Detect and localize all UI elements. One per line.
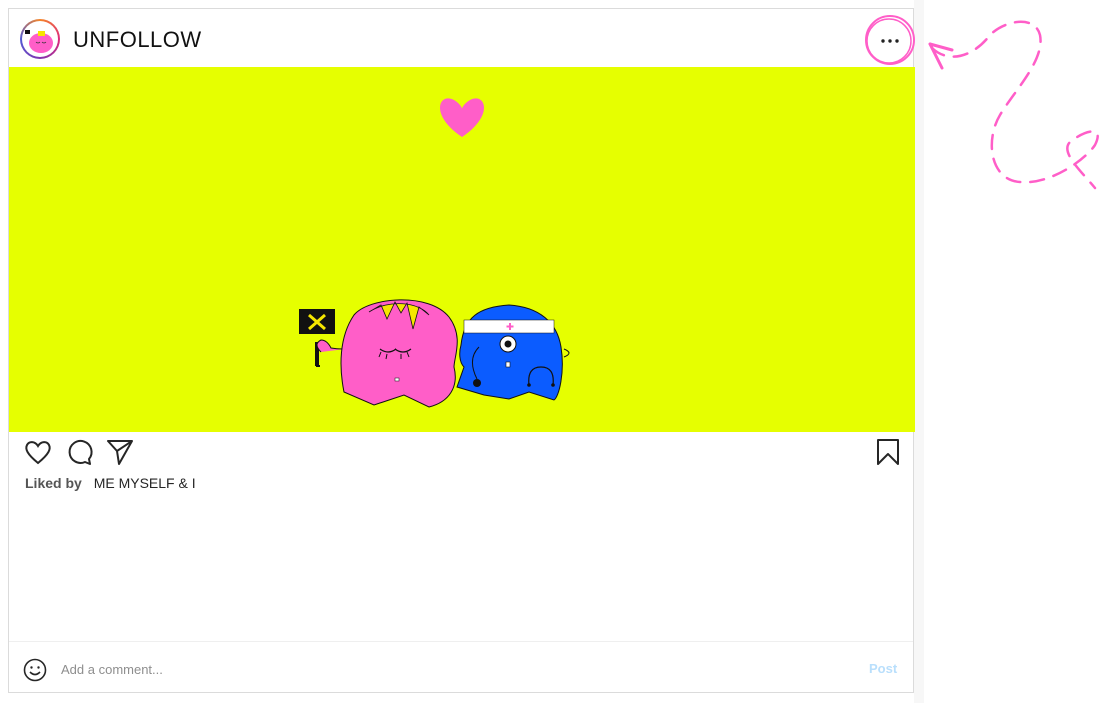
username[interactable]: UNFOLLOW [73, 27, 202, 53]
comment-input[interactable] [59, 656, 843, 682]
pink-blob-avatar-icon[interactable] [20, 19, 60, 59]
blue-nurse-character-icon [456, 304, 570, 401]
post-card: UNFOLLOW Liked by ME MYSELF & I Add a co… [8, 8, 915, 694]
action-bar [9, 437, 913, 473]
paper-plane-icon [107, 440, 133, 465]
x-sign-icon [299, 309, 335, 367]
save-button[interactable] [873, 437, 903, 467]
floating-heart-icon [439, 98, 485, 137]
smiley-icon [23, 658, 47, 682]
share-button[interactable] [105, 437, 135, 467]
comment-button[interactable] [64, 437, 94, 467]
post-header: UNFOLLOW [9, 9, 915, 67]
like-button[interactable] [23, 437, 53, 467]
liked-by-name[interactable]: ME MYSELF & I [94, 475, 196, 491]
comment-bar: Post [9, 641, 913, 694]
bookmark-icon [877, 439, 899, 465]
post-image[interactable] [9, 67, 915, 432]
pink-character-icon [316, 299, 458, 408]
more-dots-icon [865, 15, 915, 65]
more-options-button[interactable] [863, 13, 915, 65]
post-comment-button[interactable]: Post [869, 661, 897, 676]
annotation-squiggle-arrow [928, 20, 1099, 190]
emoji-button[interactable] [23, 658, 47, 682]
comment-bubble-icon [68, 439, 93, 465]
liked-by-label: Liked by [25, 475, 82, 491]
likes-summary: Liked by ME MYSELF & I [25, 475, 196, 491]
heart-outline-icon [25, 441, 51, 465]
